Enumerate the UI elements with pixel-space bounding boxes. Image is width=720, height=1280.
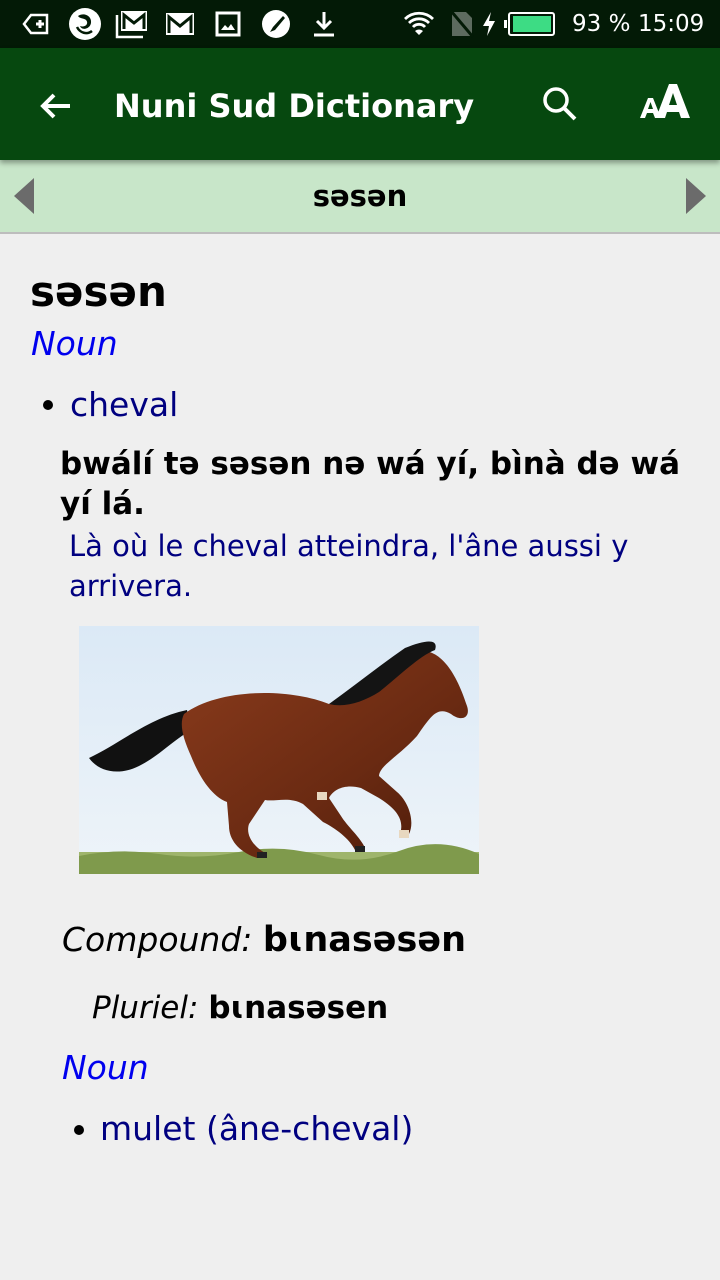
- keyboard-backspace-icon: [22, 10, 50, 38]
- battery-icon: [504, 10, 556, 38]
- status-bar: 93 % 15:09: [0, 0, 720, 48]
- next-entry-arrow-icon[interactable]: [680, 176, 710, 216]
- download-icon: [310, 10, 338, 38]
- text-size-icon[interactable]: [632, 74, 696, 134]
- app-bar: Nuni Sud Dictionary: [0, 48, 720, 160]
- example-translation: Là où le cheval atteindra, l'âne aussi y…: [69, 529, 629, 603]
- part-of-speech: Noun: [31, 324, 118, 363]
- paintbrush-icon: [260, 8, 292, 40]
- compound-plural: Pluriel: bɩnasəsen: [92, 988, 388, 1028]
- compound-label: Compound:: [62, 920, 253, 959]
- entry-navigation-bar: səsən: [0, 160, 720, 234]
- current-entry-word: səsən: [312, 179, 408, 213]
- no-sim-icon: [448, 10, 476, 38]
- clock: 15:09: [638, 11, 705, 37]
- back-arrow-icon[interactable]: [32, 82, 80, 130]
- bullet: [74, 1125, 84, 1135]
- entry-picture-horse[interactable]: [79, 626, 479, 874]
- wifi-icon: [402, 10, 436, 38]
- gmail-icon: [164, 10, 196, 38]
- phoenix-app-icon: [68, 7, 102, 41]
- example-sentence: bwálí tə səsən nə wá yí, bìnà də wá yí l…: [60, 446, 681, 522]
- plural-label: Pluriel:: [92, 990, 199, 1026]
- bullet: [43, 400, 53, 410]
- gmail-multiple-icon: [114, 10, 150, 39]
- gloss: cheval: [70, 385, 179, 424]
- compound-form[interactable]: bɩnasəsən: [263, 920, 466, 960]
- charging-bolt-icon: [478, 10, 500, 38]
- image-icon: [214, 10, 242, 38]
- battery-percentage: 93 %: [572, 11, 631, 37]
- app-title: Nuni Sud Dictionary: [114, 87, 475, 125]
- plural-form: bɩnasəsen: [208, 990, 389, 1026]
- compound-part-of-speech: Noun: [62, 1048, 149, 1087]
- compound-gloss: mulet (âne-cheval): [100, 1109, 414, 1148]
- search-icon[interactable]: [536, 80, 584, 128]
- headword: səsən: [30, 267, 167, 316]
- compound: Compound: bɩnasəsən: [62, 918, 466, 962]
